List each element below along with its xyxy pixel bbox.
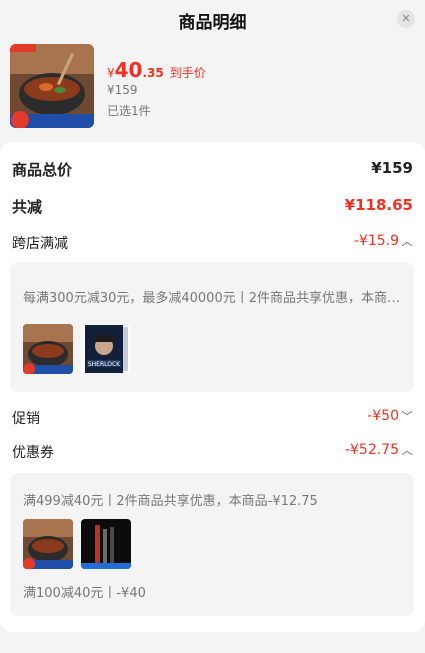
total-price-value: ¥159 — [371, 159, 413, 177]
close-icon[interactable]: ✕ — [397, 10, 415, 28]
coupon-rule-text-1: 满499减40元丨2件商品共享优惠，本商品-¥12.75 — [23, 494, 318, 509]
promotion-row[interactable]: 促销 -¥50 ﹀ — [12, 405, 413, 429]
cross-store-detail: 每满300元减30元，最多减40000元丨2件商品共享优惠，本商品-¥15.9 … — [10, 262, 414, 392]
cross-store-row[interactable]: 跨店满减 -¥15.9 ︿ — [12, 230, 413, 254]
final-price: ¥40.35 到手价 — [107, 58, 206, 82]
price-detail-card: 商品总价 ¥159 共减 ¥118.65 跨店满减 -¥15.9 ︿ 每满300元… — [0, 142, 425, 632]
coupon-product-thumbnail-other[interactable] — [81, 519, 131, 569]
coupon-row[interactable]: 优惠券 -¥52.75 ︿ — [12, 439, 413, 463]
product-thumbnail-book[interactable]: SHERLOCK — [81, 324, 131, 374]
discount-total-value: ¥118.65 — [344, 196, 413, 214]
cross-store-label: 跨店满减 — [12, 236, 68, 252]
coupon-rule-text-2: 满100减40元丨-¥40 — [23, 586, 146, 601]
product-summary: ¥40.35 到手价 ¥159 已选1件 — [10, 44, 415, 130]
page-title: 商品明细 — [178, 13, 247, 33]
original-price: ¥159 — [107, 83, 138, 97]
coupon-label: 优惠券 — [12, 445, 54, 461]
coupon-detail: 满499减40元丨2件商品共享优惠，本商品-¥12.75 满100减40元丨-¥… — [10, 473, 414, 616]
discount-total-row: 共减 ¥118.65 — [12, 193, 413, 217]
product-thumbnail[interactable] — [10, 44, 94, 128]
coupon-product-thumbnail-pot[interactable] — [23, 519, 73, 569]
total-price-row: 商品总价 ¥159 — [12, 156, 413, 180]
header: 商品明细 ✕ — [0, 0, 425, 38]
book-cover-title: SHERLOCK — [88, 361, 121, 368]
product-thumbnail-pot[interactable] — [23, 324, 73, 374]
price-tag-label: 到手价 — [169, 66, 206, 80]
selected-count: 已选1件 — [107, 104, 151, 118]
cross-store-rule-text: 每满300元减30元，最多减40000元丨2件商品共享优惠，本商品-¥15.9 — [23, 291, 401, 306]
cross-store-value: -¥15.9 ︿ — [353, 233, 413, 249]
total-price-label: 商品总价 — [12, 161, 73, 179]
chevron-up-icon: ︿ — [401, 235, 413, 248]
coupon-value: -¥52.75 ︿ — [344, 442, 413, 458]
discount-total-label: 共减 — [12, 198, 43, 216]
promotion-value: -¥50 ﹀ — [367, 408, 413, 424]
chevron-down-icon: ﹀ — [401, 410, 413, 423]
promotion-label: 促销 — [12, 411, 40, 427]
chevron-up-icon: ︿ — [401, 444, 413, 457]
